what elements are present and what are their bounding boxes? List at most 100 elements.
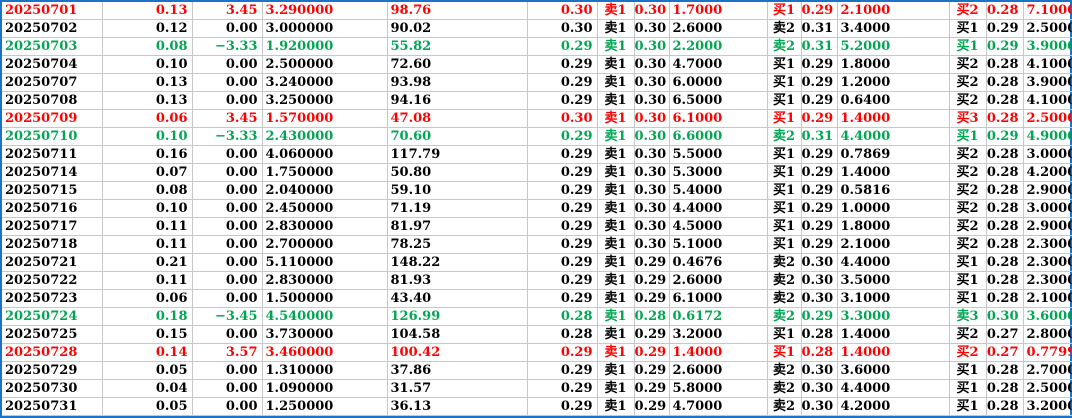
table-row[interactable]: 20250701 0.13 3.45 3.290000 98.76 0.30 卖1 0.30 1… <box>2 2 1072 21</box>
value-cell: 0.18 <box>102 307 193 327</box>
table-row[interactable]: 20250709 0.06 3.45 1.570000 47.08 0.30 卖1 0.30 6… <box>2 109 1072 129</box>
order-price-cell: 0.28 <box>634 307 670 327</box>
amount-cell: 4.060000 <box>262 145 388 165</box>
table-row[interactable]: 20250717 0.11 0.00 2.830000 81.97 0.29 卖1 0.30 4… <box>2 217 1072 237</box>
volume-cell: 72.60 <box>387 55 528 75</box>
order-qty-cell: 5.4000 <box>669 181 768 201</box>
amount-cell: 2.040000 <box>262 181 388 201</box>
order3-price-cell: 0.28 <box>986 55 1024 75</box>
table-row[interactable]: 20250716 0.10 0.00 2.450000 71.19 0.29 卖1 0.30 4… <box>2 199 1072 219</box>
order2-side-cell: 买1 <box>767 2 802 21</box>
table-row[interactable]: 20250721 0.21 0.00 5.110000 148.22 0.29 卖1 0.29… <box>2 253 1072 273</box>
order2-price-cell: 0.30 <box>801 361 838 381</box>
order-price-cell: 0.30 <box>634 127 670 147</box>
amount-cell: 1.570000 <box>262 109 388 129</box>
price-cell: 0.29 <box>527 163 598 183</box>
order2-side-cell: 卖2 <box>767 127 802 147</box>
date-cell: 20250714 <box>2 163 103 183</box>
table-row[interactable]: 20250731 0.05 0.00 1.250000 36.13 0.29 卖1 0.29 4… <box>2 397 1072 417</box>
order2-price-cell: 0.30 <box>801 253 838 273</box>
table-row[interactable]: 20250718 0.11 0.00 2.700000 78.25 0.29 卖1 0.30 5… <box>2 235 1072 255</box>
order-qty-cell: 3.2000 <box>669 325 768 345</box>
change-pct-cell: 0.00 <box>192 181 263 201</box>
order2-price-cell: 0.29 <box>801 55 838 75</box>
value-cell: 0.10 <box>102 55 193 75</box>
order3-side-cell: 买2 <box>949 343 987 363</box>
order3-qty-cell: 3.9000 <box>1023 37 1072 57</box>
table-row[interactable]: 20250704 0.10 0.00 2.500000 72.60 0.29 卖1 0.30 4… <box>2 55 1072 75</box>
order-qty-cell: 2.6000 <box>669 19 768 39</box>
order2-price-cell: 0.29 <box>801 163 838 183</box>
order2-price-cell: 0.29 <box>801 217 838 237</box>
volume-cell: 37.86 <box>387 361 528 381</box>
order3-side-cell: 买2 <box>949 91 987 111</box>
order-side-cell: 卖1 <box>597 271 635 291</box>
table-row[interactable]: 20250729 0.05 0.00 1.310000 37.86 0.29 卖1 0.29 2… <box>2 361 1072 381</box>
order-qty-cell: 1.4000 <box>669 343 768 363</box>
date-cell: 20250711 <box>2 145 103 165</box>
order3-price-cell: 0.28 <box>986 289 1024 309</box>
order2-price-cell: 0.30 <box>801 289 838 309</box>
value-cell: 0.13 <box>102 2 193 21</box>
order2-qty-cell: 3.5000 <box>837 271 950 291</box>
order-qty-cell: 6.0000 <box>669 73 768 93</box>
table-row[interactable]: 20250725 0.15 0.00 3.730000 104.58 0.28 卖1 0.29… <box>2 325 1072 345</box>
order3-price-cell: 0.28 <box>986 2 1024 21</box>
order2-price-cell: 0.29 <box>801 145 838 165</box>
table-row[interactable]: 20250708 0.13 0.00 3.250000 94.16 0.29 卖1 0.30 6… <box>2 91 1072 111</box>
table-row[interactable]: 20250711 0.16 0.00 4.060000 117.79 0.29 卖1 0.30… <box>2 145 1072 165</box>
order-side-cell: 卖1 <box>597 235 635 255</box>
volume-cell: 59.10 <box>387 181 528 201</box>
order2-side-cell: 买1 <box>767 217 802 237</box>
change-pct-cell: 0.00 <box>192 55 263 75</box>
order3-price-cell: 0.28 <box>986 73 1024 93</box>
order2-qty-cell: 1.8000 <box>837 217 950 237</box>
price-cell: 0.29 <box>527 217 598 237</box>
order3-side-cell: 买1 <box>949 127 987 147</box>
amount-cell: 1.090000 <box>262 379 388 399</box>
table-row[interactable]: 20250724 0.18 −3.45 4.540000 126.99 0.28 卖1 0.2… <box>2 307 1072 327</box>
order3-qty-cell: 0.7799 <box>1023 343 1072 363</box>
order-qty-cell: 4.5000 <box>669 217 768 237</box>
order-qty-cell: 2.6000 <box>669 271 768 291</box>
order3-side-cell: 买2 <box>949 55 987 75</box>
order3-price-cell: 0.28 <box>986 181 1024 201</box>
table-row[interactable]: 20250730 0.04 0.00 1.090000 31.57 0.29 卖1 0.29 5… <box>2 379 1072 399</box>
order3-price-cell: 0.29 <box>986 127 1024 147</box>
order-qty-cell: 5.5000 <box>669 145 768 165</box>
order2-qty-cell: 0.7869 <box>837 145 950 165</box>
order3-side-cell: 买2 <box>949 2 987 21</box>
change-pct-cell: 0.00 <box>192 271 263 291</box>
table-row[interactable]: 20250702 0.12 0.00 3.000000 90.02 0.30 卖1 0.30 2… <box>2 19 1072 39</box>
order-qty-cell: 6.1000 <box>669 289 768 309</box>
table-row[interactable]: 20250710 0.10 −3.33 2.430000 70.60 0.29 卖1 0.30… <box>2 127 1072 147</box>
table-row[interactable]: 20250722 0.11 0.00 2.830000 81.93 0.29 卖1 0.29 2… <box>2 271 1072 291</box>
order3-price-cell: 0.28 <box>986 217 1024 237</box>
value-cell: 0.11 <box>102 217 193 237</box>
date-cell: 20250707 <box>2 73 103 93</box>
order-price-cell: 0.29 <box>634 289 670 309</box>
order-price-cell: 0.29 <box>634 325 670 345</box>
table-row[interactable]: 20250728 0.14 3.57 3.460000 100.42 0.29 卖1 0.29… <box>2 343 1072 363</box>
change-pct-cell: −3.45 <box>192 307 263 327</box>
table-row[interactable]: 20250723 0.06 0.00 1.500000 43.40 0.29 卖1 0.29 6… <box>2 289 1072 309</box>
date-cell: 20250708 <box>2 91 103 111</box>
table-row[interactable]: 20250714 0.07 0.00 1.750000 50.80 0.29 卖1 0.30 5… <box>2 163 1072 183</box>
order-qty-cell: 2.6000 <box>669 361 768 381</box>
date-cell: 20250730 <box>2 379 103 399</box>
table-row[interactable]: 20250707 0.13 0.00 3.240000 93.98 0.29 卖1 0.30 6… <box>2 73 1072 93</box>
value-cell: 0.06 <box>102 109 193 129</box>
order2-side-cell: 卖2 <box>767 37 802 57</box>
order-qty-cell: 5.3000 <box>669 163 768 183</box>
date-cell: 20250718 <box>2 235 103 255</box>
value-cell: 0.05 <box>102 361 193 381</box>
table-row[interactable]: 20250715 0.08 0.00 2.040000 59.10 0.29 卖1 0.30 5… <box>2 181 1072 201</box>
order2-qty-cell: 1.4000 <box>837 343 950 363</box>
amount-cell: 2.700000 <box>262 235 388 255</box>
order-side-cell: 卖1 <box>597 253 635 273</box>
order3-price-cell: 0.30 <box>986 307 1024 327</box>
table-row[interactable]: 20250703 0.08 −3.33 1.920000 55.82 0.29 卖1 0.30… <box>2 37 1072 57</box>
order3-qty-cell: 3.0000 <box>1023 199 1072 219</box>
order3-price-cell: 0.28 <box>986 235 1024 255</box>
order-side-cell: 卖1 <box>597 19 635 39</box>
